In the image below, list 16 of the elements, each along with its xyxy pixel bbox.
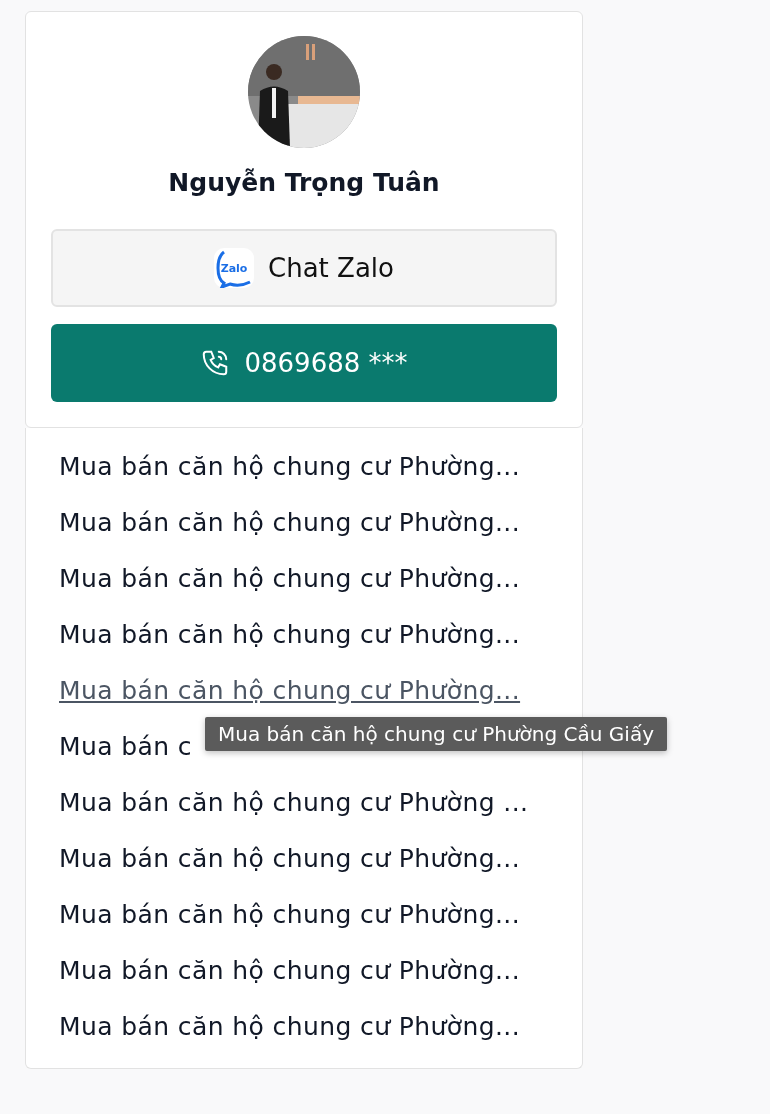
listing-link[interactable]: Mua bán căn hộ chung cư Phường... xyxy=(59,564,521,593)
listing-link[interactable]: Mua bán c xyxy=(59,732,192,761)
listing-link[interactable]: Mua bán căn hộ chung cư Phường... xyxy=(59,452,521,481)
chat-button[interactable]: Zalo Chat Zalo xyxy=(51,229,557,307)
listing-link[interactable]: Mua bán căn hộ chung cư Phường... xyxy=(59,900,521,929)
listing-link[interactable]: Mua bán căn hộ chung cư Phường... xyxy=(59,676,521,705)
call-button[interactable]: 0869688 *** xyxy=(51,324,557,402)
listing-link[interactable]: Mua bán căn hộ chung cư Phường... xyxy=(59,508,521,537)
listing-link[interactable]: Mua bán căn hộ chung cư Phường... xyxy=(59,620,521,649)
listing-link[interactable]: Mua bán căn hộ chung cư Phường... xyxy=(59,1012,521,1041)
tooltip: Mua bán căn hộ chung cư Phường Cầu Giấy xyxy=(205,717,667,751)
listing-link[interactable]: Mua bán căn hộ chung cư Phường ... xyxy=(59,788,529,817)
zalo-icon: Zalo xyxy=(214,248,255,288)
agent-name: Nguyễn Trọng Tuân xyxy=(168,168,440,197)
listing-link[interactable]: Mua bán căn hộ chung cư Phường... xyxy=(59,956,521,985)
listing-link[interactable]: Mua bán căn hộ chung cư Phường... xyxy=(59,844,521,873)
